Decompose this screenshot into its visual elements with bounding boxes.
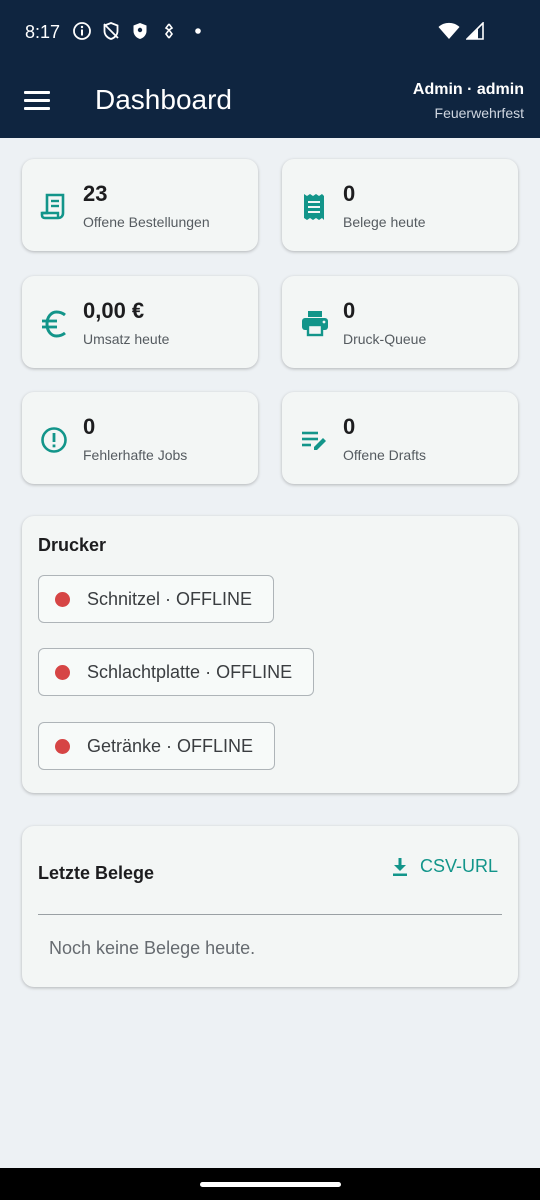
receipt-icon [40, 192, 68, 220]
nfc-icon [159, 21, 179, 41]
stat-card-open-drafts[interactable]: 0 Offene Drafts [282, 392, 518, 484]
status-notification-icons [72, 21, 208, 41]
stat-value: 23 [83, 181, 108, 206]
edit-note-icon [300, 425, 328, 453]
stat-card-revenue-today[interactable]: 0,00 € Umsatz heute [22, 276, 258, 368]
shield-icon [130, 21, 150, 41]
printers-card: Drucker Schnitzel · OFFLINE Schlachtplat… [22, 516, 518, 793]
navigation-bar [0, 1168, 540, 1200]
stat-value: 0 [343, 181, 356, 206]
receipts-title: Letzte Belege [38, 863, 155, 883]
app-bar: Dashboard Admin · admin Feuerwehrfest [0, 66, 540, 138]
euro-icon [40, 309, 68, 338]
user-name: Admin · admin [412, 81, 524, 98]
csv-url-button[interactable]: CSV-URL [392, 856, 498, 877]
download-icon [392, 857, 407, 876]
stat-card-receipts-today[interactable]: 0 Belege heute [282, 159, 518, 251]
stat-card-open-orders[interactable]: 23 Offene Bestellungen [22, 159, 258, 251]
stat-card-print-queue[interactable]: 0 Druck-Queue [282, 276, 518, 368]
printer-chip-getraenke[interactable]: Getränke · OFFLINE [38, 722, 276, 770]
divider [38, 914, 502, 915]
printer-label: Getränke · OFFLINE [87, 735, 254, 756]
status-system-icons [438, 21, 484, 45]
printers-title: Drucker [38, 535, 107, 555]
status-dot-icon [55, 738, 70, 754]
printer-chip-schnitzel[interactable]: Schnitzel · OFFLINE [38, 575, 275, 623]
dot-icon [188, 21, 208, 41]
shield-off-icon [101, 21, 121, 41]
status-dot-icon [55, 664, 70, 680]
printer-label: Schlachtplatte · OFFLINE [87, 661, 293, 682]
info-icon [72, 21, 92, 41]
stat-value: 0 [343, 298, 356, 323]
wifi-icon [438, 22, 460, 45]
printer-label: Schnitzel · OFFLINE [87, 588, 253, 609]
status-dot-icon [55, 591, 70, 607]
event-name: Feuerwehrfest [434, 105, 524, 121]
home-gesture-handle[interactable] [200, 1182, 341, 1187]
stat-value: 0,00 € [83, 298, 145, 323]
error-icon [40, 425, 68, 453]
stat-value: 0 [343, 414, 356, 439]
stat-card-failed-jobs[interactable]: 0 Fehlerhafte Jobs [22, 392, 258, 484]
stat-label: Belege heute [343, 214, 426, 230]
printer-icon [300, 309, 328, 337]
stat-label: Umsatz heute [83, 331, 170, 347]
stat-label: Offene Bestellungen [83, 214, 210, 230]
page-title: Dashboard [95, 84, 232, 115]
stat-label: Fehlerhafte Jobs [83, 447, 188, 463]
printer-chip-schlachtplatte[interactable]: Schlachtplatte · OFFLINE [38, 648, 315, 696]
stat-label: Druck-Queue [343, 331, 427, 347]
stat-label: Offene Drafts [343, 447, 427, 463]
csv-url-label: CSV-URL [419, 856, 498, 876]
recent-receipts-card: Letzte Belege CSV-URL Noch keine Belege … [22, 826, 518, 987]
receipt-long-icon [300, 192, 328, 220]
menu-icon[interactable] [24, 91, 50, 111]
signal-icon [465, 21, 484, 45]
stat-value: 0 [83, 414, 96, 439]
status-time: 8:17 [25, 22, 61, 42]
status-bar: 8:17 [0, 0, 540, 66]
empty-state-text: Noch keine Belege heute. [49, 938, 256, 958]
